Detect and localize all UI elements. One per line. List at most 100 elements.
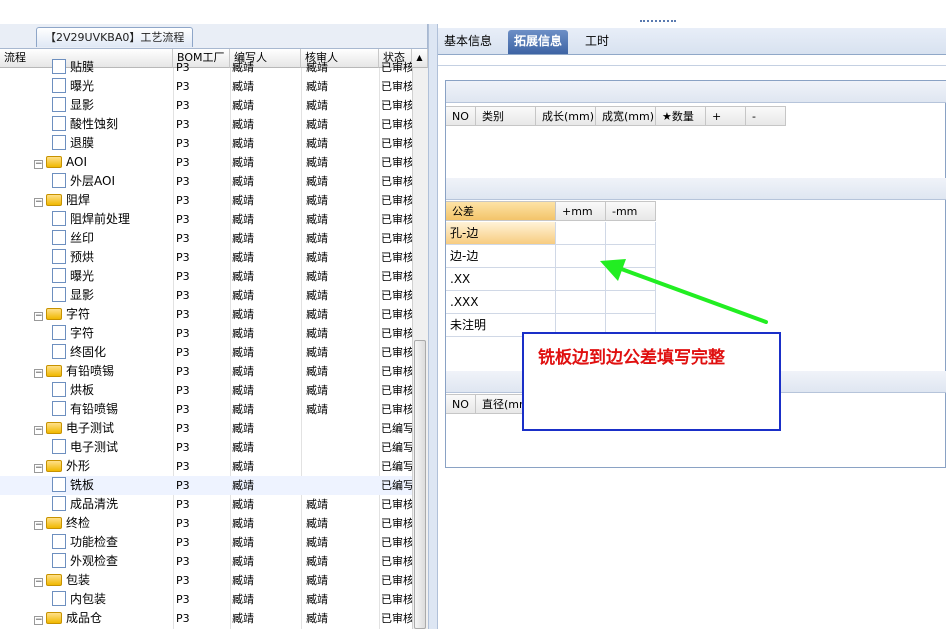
tree-row[interactable]: − 成品仓 P3 臧靖 臧靖 已审核 — [0, 609, 412, 628]
scrollbar-thumb[interactable] — [414, 340, 426, 629]
dim-col-header[interactable]: 类别 — [476, 106, 536, 126]
collapse-icon[interactable]: − — [34, 426, 43, 435]
tree-node[interactable]: 有铅喷锡 — [52, 400, 192, 419]
tree-node[interactable]: − 外形 — [34, 457, 174, 476]
tree-row[interactable]: 丝印 P3 臧靖 臧靖 已审核 — [0, 229, 412, 248]
tree-row[interactable]: 内包装 P3 臧靖 臧靖 已审核 — [0, 590, 412, 609]
tolerance-value-cell[interactable] — [556, 222, 606, 245]
dim-col-header[interactable]: 成长(mm) — [536, 106, 596, 126]
tree-node[interactable]: − 阻焊 — [34, 191, 174, 210]
tree-row[interactable]: 烘板 P3 臧靖 臧靖 已审核 — [0, 381, 412, 400]
tree-row[interactable]: 退膜 P3 臧靖 臧靖 已审核 — [0, 134, 412, 153]
tree-row[interactable]: 有铅喷锡 P3 臧靖 臧靖 已审核 — [0, 400, 412, 419]
collapse-icon[interactable]: − — [34, 369, 43, 378]
tree-row[interactable]: − AOI P3 臧靖 臧靖 已审核 — [0, 153, 412, 172]
collapse-icon[interactable]: − — [34, 312, 43, 321]
cell-reviewer: 臧靖 — [306, 175, 328, 188]
tolerance-col-header[interactable]: 公差 — [446, 201, 556, 221]
scroll-up-icon[interactable]: ▲ — [412, 49, 428, 68]
tree-row[interactable]: 显影 P3 臧靖 臧靖 已审核 — [0, 286, 412, 305]
cell-reviewer: 臧靖 — [306, 555, 328, 568]
tree-node[interactable]: 内包装 — [52, 590, 192, 609]
collapse-icon[interactable]: − — [34, 616, 43, 625]
tree-node[interactable]: 铣板 — [52, 476, 192, 495]
tolerance-col-header[interactable]: +mm — [556, 201, 606, 221]
tree-node[interactable]: − 字符 — [34, 305, 174, 324]
tree-row[interactable]: 阻焊前处理 P3 臧靖 臧靖 已审核 — [0, 210, 412, 229]
tree-node[interactable]: 曝光 — [52, 77, 192, 96]
collapse-icon[interactable]: − — [34, 578, 43, 587]
dim-col-header[interactable]: 成宽(mm) — [596, 106, 656, 126]
tree-row[interactable]: − 阻焊 P3 臧靖 臧靖 已审核 — [0, 191, 412, 210]
tree-row[interactable]: 终固化 P3 臧靖 臧靖 已审核 — [0, 343, 412, 362]
dim-col-header[interactable]: NO — [446, 106, 476, 126]
hole-col-header[interactable]: NO — [446, 394, 476, 414]
tree-node[interactable]: 功能检查 — [52, 533, 192, 552]
tree-node[interactable]: − 电子测试 — [34, 419, 174, 438]
tree-node[interactable]: 烘板 — [52, 381, 192, 400]
tree-row[interactable]: 酸性蚀刻 P3 臧靖 臧靖 已审核 — [0, 115, 412, 134]
tree-node[interactable]: 外观检查 — [52, 552, 192, 571]
node-label: 有铅喷锡 — [66, 364, 115, 378]
dim-col-header[interactable]: + — [706, 106, 746, 126]
collapse-icon[interactable]: − — [34, 464, 43, 473]
tree-row[interactable]: − 字符 P3 臧靖 臧靖 已审核 — [0, 305, 412, 324]
tree-row[interactable]: 贴膜 P3 臧靖 臧靖 已审核 — [0, 58, 412, 77]
tree-row[interactable]: − 终检 P3 臧靖 臧靖 已审核 — [0, 514, 412, 533]
tree-node[interactable]: 字符 — [52, 324, 192, 343]
tree-node[interactable]: − AOI — [34, 153, 174, 172]
cell-reviewer: 臧靖 — [306, 137, 328, 150]
tree-node[interactable]: − 有铅喷锡 — [34, 362, 174, 381]
collapse-icon[interactable]: − — [34, 160, 43, 169]
hole-col-header[interactable]: 直径(mm) — [476, 394, 526, 414]
cell-status: 已编写 — [381, 479, 412, 492]
tree-row[interactable]: 预烘 P3 臧靖 臧靖 已审核 — [0, 248, 412, 267]
tree-row[interactable]: − 电子测试 P3 臧靖 已编写 — [0, 419, 412, 438]
tree-row[interactable]: 字符 P3 臧靖 臧靖 已审核 — [0, 324, 412, 343]
cell-bom: P3 — [176, 99, 190, 112]
folder-icon — [46, 156, 62, 168]
tree-node[interactable]: 终固化 — [52, 343, 192, 362]
tree-row[interactable]: 功能检查 P3 臧靖 臧靖 已审核 — [0, 533, 412, 552]
tree-node[interactable]: − 终检 — [34, 514, 174, 533]
tab-basic-info[interactable]: 基本信息 — [438, 30, 498, 54]
tree-node[interactable]: 曝光 — [52, 267, 192, 286]
process-tab[interactable]: 【2V29UVKBA0】工艺流程 — [36, 27, 194, 47]
cell-writer: 臧靖 — [232, 498, 254, 511]
tree-node[interactable]: 酸性蚀刻 — [52, 115, 192, 134]
tree-node[interactable]: − 包装 — [34, 571, 174, 590]
tree-row[interactable]: 铣板 P3 臧靖 已编写 — [0, 476, 412, 495]
node-label: 字符 — [66, 307, 91, 321]
tree-row[interactable]: 显影 P3 臧靖 臧靖 已审核 — [0, 96, 412, 115]
tree-row[interactable]: − 有铅喷锡 P3 臧靖 臧靖 已审核 — [0, 362, 412, 381]
tree-node[interactable]: 显影 — [52, 286, 192, 305]
tree-row[interactable]: − 包装 P3 臧靖 臧靖 已审核 — [0, 571, 412, 590]
tree-node[interactable]: 贴膜 — [52, 58, 192, 77]
tree-node[interactable]: 显影 — [52, 96, 192, 115]
tree-node[interactable]: 退膜 — [52, 134, 192, 153]
cell-reviewer — [306, 476, 366, 495]
tree-node[interactable]: 外层AOI — [52, 172, 192, 191]
tree-row[interactable]: 曝光 P3 臧靖 臧靖 已审核 — [0, 267, 412, 286]
tree-row[interactable]: 外层AOI P3 臧靖 臧靖 已审核 — [0, 172, 412, 191]
tab-extended-info[interactable]: 拓展信息 — [508, 30, 569, 54]
tree-row[interactable]: − 外形 P3 臧靖 已编写 — [0, 457, 412, 476]
collapse-icon[interactable]: − — [34, 521, 43, 530]
tree-node[interactable]: − 成品仓 — [34, 609, 174, 628]
tree-node[interactable]: 丝印 — [52, 229, 192, 248]
tree-node[interactable]: 预烘 — [52, 248, 192, 267]
tree-node[interactable]: 电子测试 — [52, 438, 192, 457]
tree-row[interactable]: 曝光 P3 臧靖 臧靖 已审核 — [0, 77, 412, 96]
tree-row[interactable]: 成品清洗 P3 臧靖 臧靖 已审核 — [0, 495, 412, 514]
panel-splitter[interactable] — [428, 24, 438, 629]
dim-col-header[interactable]: ★数量 — [656, 106, 706, 126]
dim-col-header[interactable]: - — [746, 106, 786, 126]
tab-work-hours[interactable]: 工时 — [579, 30, 615, 54]
tree-node[interactable]: 阻焊前处理 — [52, 210, 192, 229]
tree-node[interactable]: 成品清洗 — [52, 495, 192, 514]
collapse-icon[interactable]: − — [34, 198, 43, 207]
tree-row[interactable]: 电子测试 P3 臧靖 已编写 — [0, 438, 412, 457]
tolerance-col-header[interactable]: -mm — [606, 201, 656, 221]
tree-row[interactable]: 外观检查 P3 臧靖 臧靖 已审核 — [0, 552, 412, 571]
tolerance-value-cell[interactable] — [606, 222, 656, 245]
